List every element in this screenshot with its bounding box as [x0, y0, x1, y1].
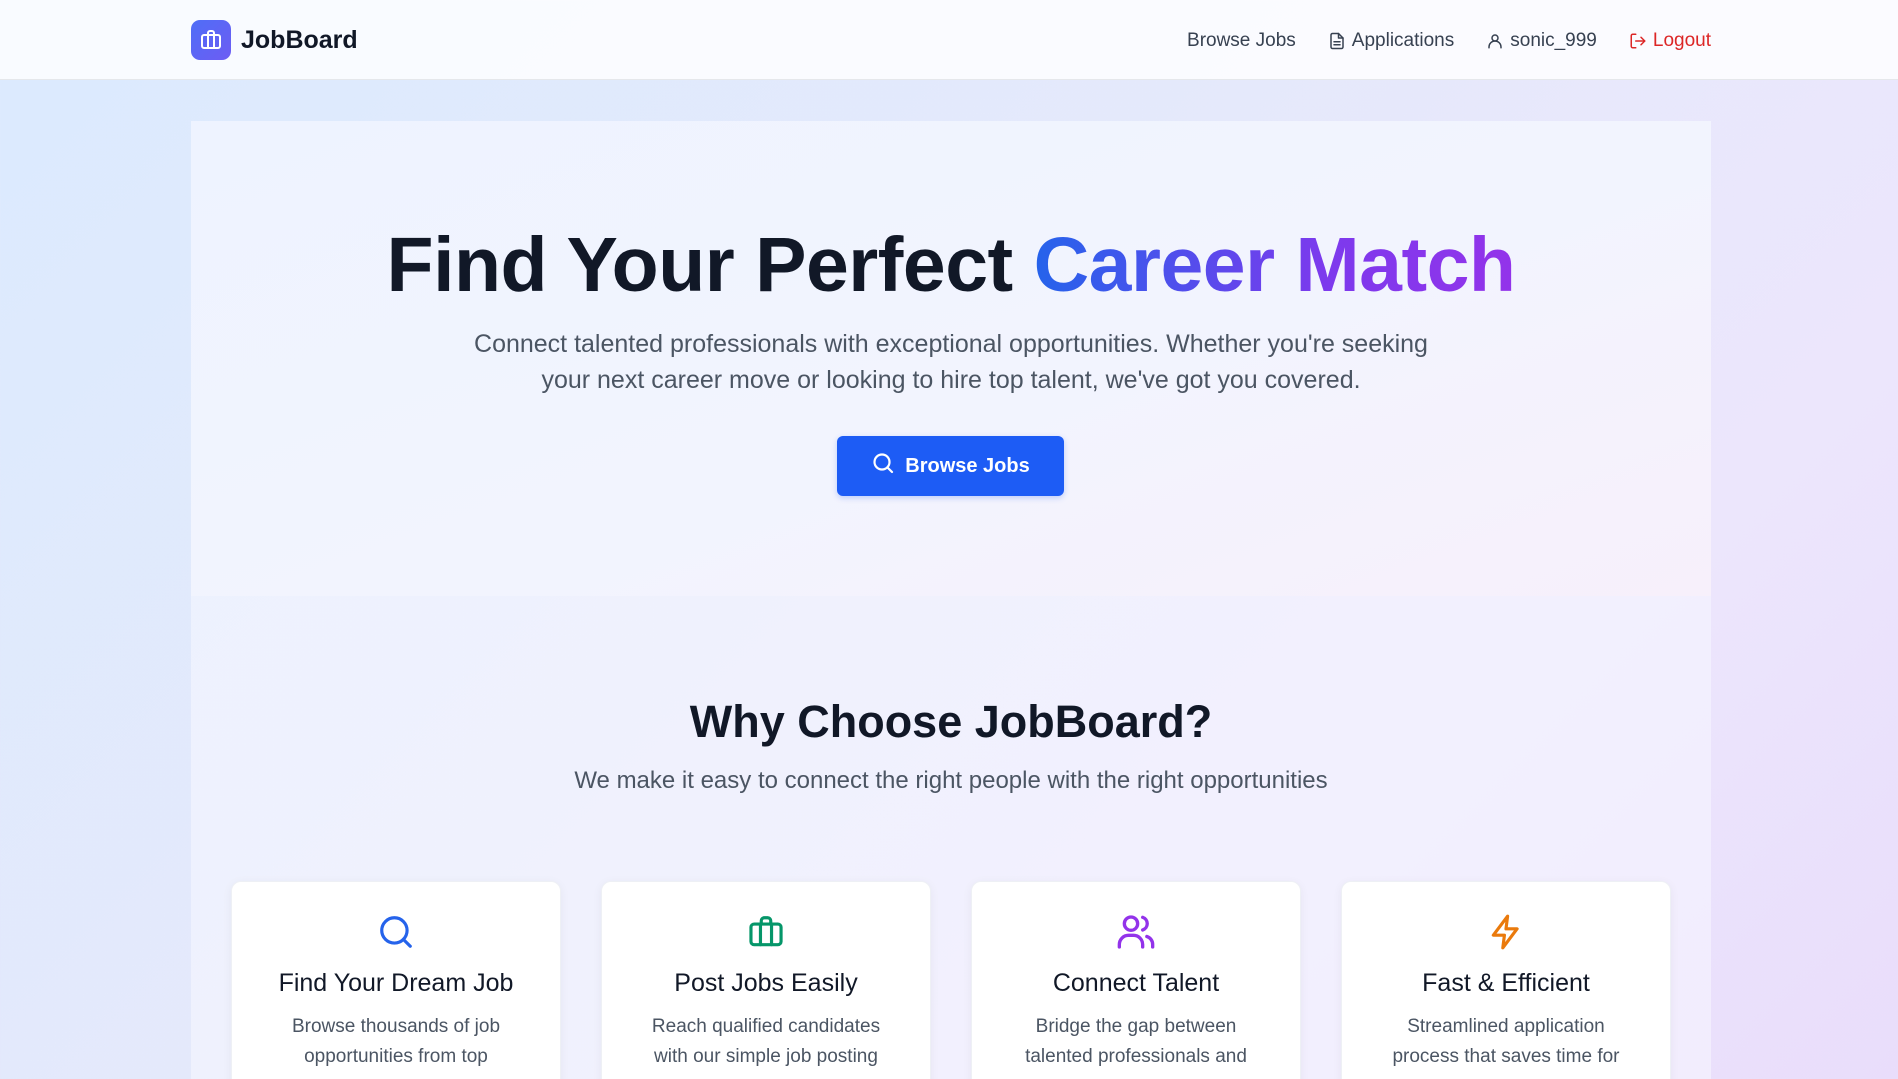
- main-content: Find Your Perfect Career Match Connect t…: [191, 121, 1711, 1079]
- feature-card-find-job: Find Your Dream Job Browse thousands of …: [231, 881, 561, 1079]
- logout-button[interactable]: Logout: [1629, 30, 1711, 52]
- feature-card-desc: Streamlined application process that sav…: [1392, 1016, 1620, 1067]
- logout-icon: [1629, 32, 1647, 50]
- browse-jobs-button[interactable]: Browse Jobs: [837, 436, 1064, 496]
- feature-card-desc: Browse thousands of job opportunities fr…: [291, 1016, 501, 1067]
- feature-card-desc: Bridge the gap between talented professi…: [1025, 1016, 1247, 1067]
- nav-browse-jobs-label: Browse Jobs: [1187, 30, 1296, 51]
- hero-title-accent: Career Match: [1033, 222, 1516, 308]
- document-icon: [1328, 32, 1346, 50]
- user-icon: [1486, 32, 1504, 50]
- hero-title: Find Your Perfect Career Match: [191, 221, 1711, 310]
- feature-card-connect-talent: Connect Talent Bridge the gap between ta…: [971, 881, 1301, 1079]
- why-section-title: Why Choose JobBoard?: [689, 696, 1213, 747]
- feature-card-desc: Reach qualified candidates with our simp…: [651, 1016, 881, 1067]
- why-section-subtitle: We make it easy to connect the right peo…: [574, 767, 1328, 794]
- feature-card-title: Find Your Dream Job: [278, 969, 514, 997]
- logout-label: Logout: [1652, 30, 1711, 51]
- username: sonic_999: [1510, 30, 1597, 51]
- feature-card-title: Post Jobs Easily: [674, 969, 858, 997]
- nav-applications[interactable]: Applications: [1328, 30, 1454, 52]
- nav-applications-label: Applications: [1351, 30, 1455, 51]
- search-icon: [871, 451, 895, 481]
- lightning-icon: [1342, 912, 1670, 952]
- feature-cards: Find Your Dream Job Browse thousands of …: [231, 881, 1671, 1079]
- briefcase-icon: [602, 912, 930, 952]
- briefcase-logo-icon: [191, 20, 231, 60]
- feature-card-post-jobs: Post Jobs Easily Reach qualified candida…: [601, 881, 931, 1079]
- users-icon: [972, 912, 1300, 952]
- brand[interactable]: JobBoard: [191, 20, 358, 60]
- nav-user-profile[interactable]: sonic_999: [1486, 30, 1597, 52]
- hero-subtitle: Connect talented professionals with exce…: [474, 330, 1428, 394]
- browse-jobs-button-label: Browse Jobs: [905, 454, 1030, 477]
- feature-card-title: Fast & Efficient: [1422, 969, 1590, 997]
- hero-section: Find Your Perfect Career Match Connect t…: [191, 121, 1711, 596]
- hero-title-main: Find Your Perfect: [386, 222, 1034, 308]
- navbar: JobBoard Browse Jobs Applications sonic_…: [0, 0, 1898, 80]
- brand-name: JobBoard: [241, 25, 358, 54]
- nav-browse-jobs[interactable]: Browse Jobs: [1187, 30, 1296, 52]
- feature-card-fast-efficient: Fast & Efficient Streamlined application…: [1341, 881, 1671, 1079]
- search-icon: [232, 912, 560, 952]
- feature-card-title: Connect Talent: [1052, 969, 1220, 997]
- nav-links: Browse Jobs Applications sonic_999 Logou…: [1187, 27, 1711, 55]
